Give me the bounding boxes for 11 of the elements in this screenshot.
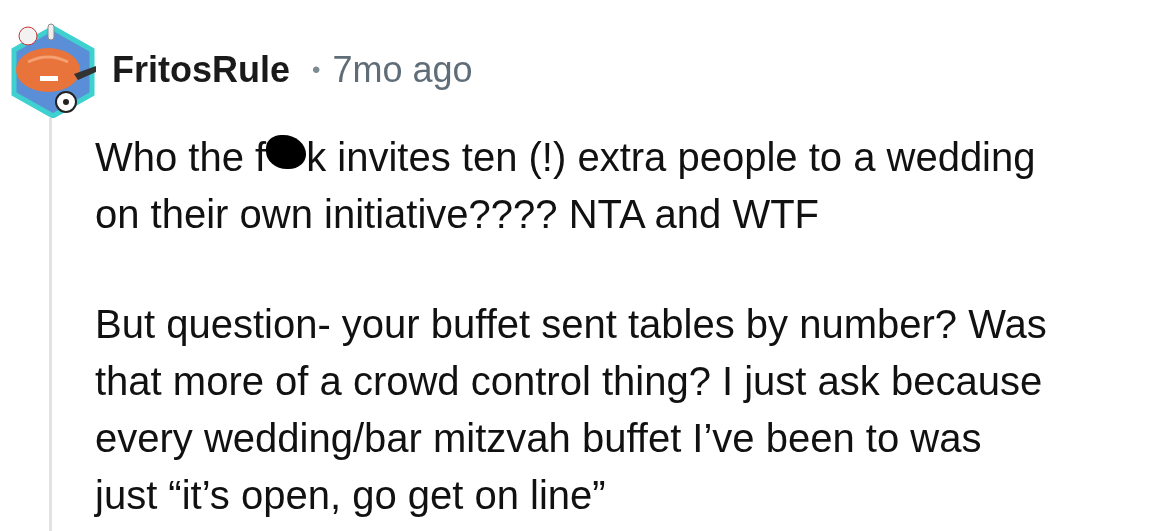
comment-text: k invites ten (!) extra people to a wedding — [306, 133, 1036, 181]
comment-text: just “it’s open, go get on line” — [95, 471, 606, 519]
comment-text: every wedding/bar mitzvah buffet I’ve been to was — [95, 414, 982, 462]
comment-text: Who the f — [95, 133, 267, 181]
comment-text: But question- your buffet sent tables by number? Was — [95, 300, 1047, 348]
separator-dot: • — [312, 55, 321, 85]
comment-text: that more of a crowd control thing? I just ask because — [95, 357, 1043, 405]
username[interactable]: FritosRule — [112, 43, 290, 97]
censor-blot — [266, 134, 307, 169]
timestamp: 7mo ago — [332, 48, 473, 92]
comment-text: on their own initiative???? NTA and WTF — [95, 190, 820, 238]
